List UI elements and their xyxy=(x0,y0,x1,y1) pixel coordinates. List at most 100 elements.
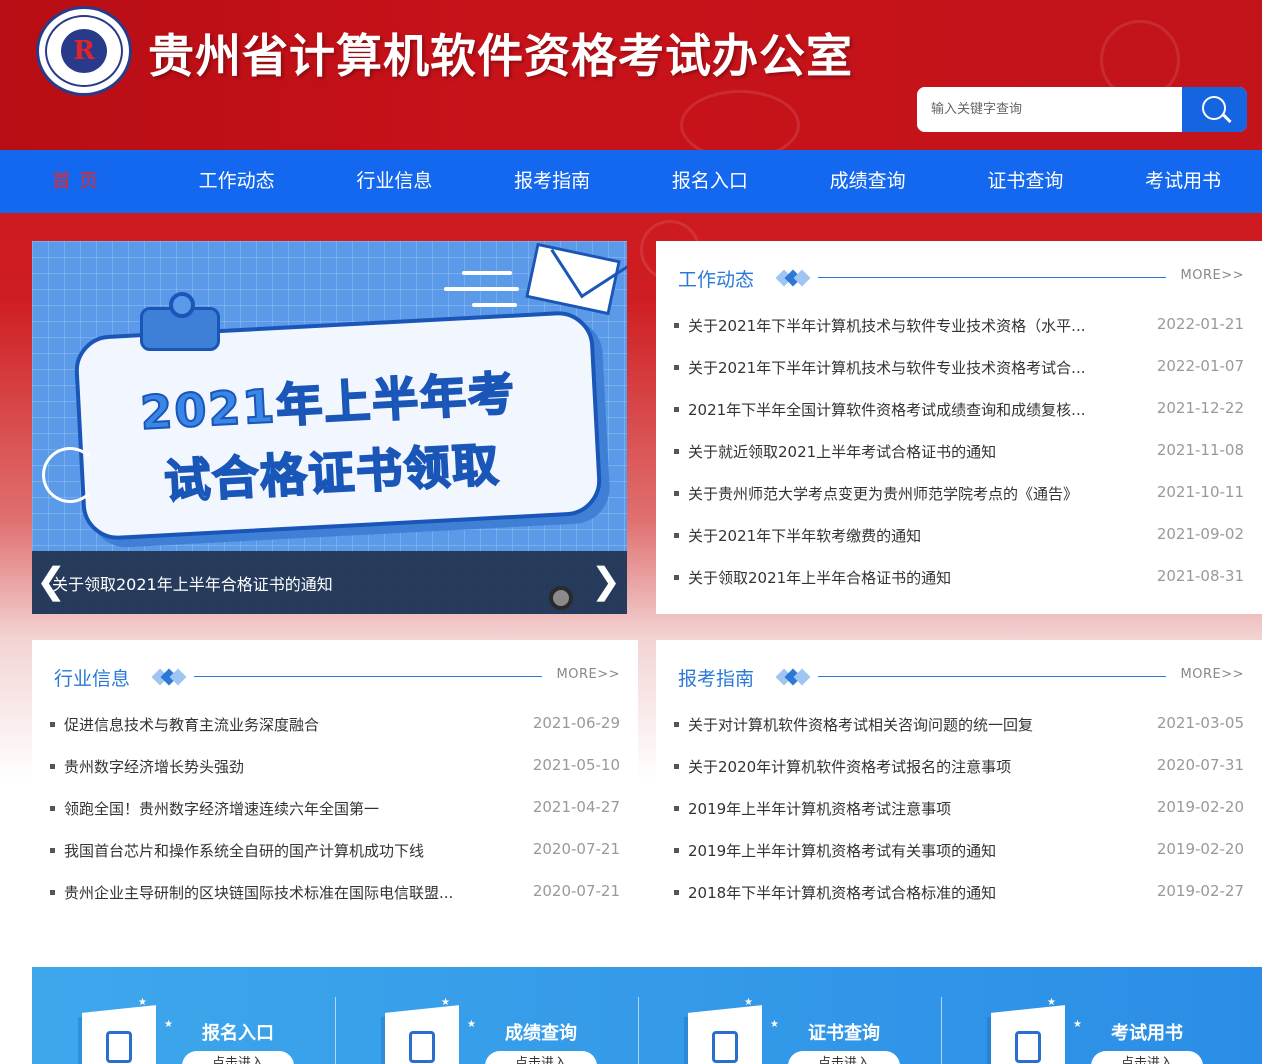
news-title[interactable]: 关于就近领取2021上半年考试合格证书的通知 xyxy=(688,441,1113,462)
news-date: 2019-02-20 xyxy=(1156,840,1244,858)
diamond-decoration-icon xyxy=(775,668,816,686)
site-logo[interactable]: R xyxy=(36,6,132,96)
enter-button[interactable]: 点击进入 xyxy=(788,1051,900,1064)
news-date: 2021-05-10 xyxy=(532,756,620,774)
quick-link-certificate-query[interactable]: ★ ★ ★ 证书查询 点击进入 xyxy=(638,967,941,1064)
nav-item-score-query[interactable]: 成绩查询 xyxy=(789,150,947,213)
enter-button[interactable]: 点击进入 xyxy=(485,1051,597,1064)
list-item[interactable]: 2019年上半年计算机资格考试有关事项的通知 2019-02-20 xyxy=(674,830,1244,872)
news-title[interactable]: 关于2021年下半年计算机技术与软件专业技术资格考试合... xyxy=(688,357,1113,378)
list-item[interactable]: 关于贵州师范大学考点变更为贵州师范学院考点的《通告》 2021-10-11 xyxy=(674,473,1244,515)
news-title[interactable]: 我国首台芯片和操作系统全自研的国产计算机成功下线 xyxy=(64,840,489,861)
divider xyxy=(194,676,542,677)
panel-title[interactable]: 行业信息 xyxy=(54,664,130,691)
news-title[interactable]: 关于领取2021年上半年合格证书的通知 xyxy=(688,567,1113,588)
nav-item-certificate-query[interactable]: 证书查询 xyxy=(947,150,1105,213)
panel-header: 报考指南 MORE>> xyxy=(678,662,1244,692)
news-title[interactable]: 2021年下半年全国计算软件资格考试成绩查询和成绩复核... xyxy=(688,399,1113,420)
nav-item-home[interactable]: 首页 xyxy=(0,150,158,213)
news-title[interactable]: 关于2021年下半年计算机技术与软件专业技术资格（水平... xyxy=(688,315,1113,336)
slider-caption-bar: ❮ 关于领取2021年上半年合格证书的通知 ❯ xyxy=(32,551,627,614)
star-icon: ★ xyxy=(1073,1019,1082,1030)
news-title[interactable]: 关于2020年计算机软件资格考试报名的注意事项 xyxy=(688,756,1113,777)
panel-header: 行业信息 MORE>> xyxy=(54,662,620,692)
list-item[interactable]: 关于2021年下半年计算机技术与软件专业技术资格（水平... 2022-01-21 xyxy=(674,305,1244,347)
logo-letter: R xyxy=(73,36,95,66)
news-date: 2020-07-21 xyxy=(532,882,620,900)
nav-item-exam-books[interactable]: 考试用书 xyxy=(1104,150,1262,213)
quick-link-score-query[interactable]: ★ ★ ★ 成绩查询 点击进入 xyxy=(335,967,638,1064)
clip-hole xyxy=(169,292,195,318)
pen-icon xyxy=(82,1005,156,1064)
list-item[interactable]: 2019年上半年计算机资格考试注意事项 2019-02-20 xyxy=(674,788,1244,830)
list-item[interactable]: 贵州企业主导研制的区块链国际技术标准在国际电信联盟... 2020-07-21 xyxy=(50,872,620,914)
news-date: 2019-02-27 xyxy=(1156,882,1244,900)
book-icon xyxy=(991,1005,1065,1064)
enter-button[interactable]: 点击进入 xyxy=(182,1051,294,1064)
news-title[interactable]: 2018年下半年计算机资格考试合格标准的通知 xyxy=(688,882,1113,903)
search-button[interactable] xyxy=(1182,87,1247,132)
panel-title[interactable]: 工作动态 xyxy=(678,265,754,292)
envelope-icon xyxy=(525,242,621,316)
decorative-swirl xyxy=(680,90,800,150)
site-title: 贵州省计算机软件资格考试办公室 xyxy=(148,29,853,83)
list-item[interactable]: 2018年下半年计算机资格考试合格标准的通知 2019-02-27 xyxy=(674,872,1244,914)
news-title[interactable]: 促进信息技术与教育主流业务深度融合 xyxy=(64,714,489,735)
news-date: 2022-01-21 xyxy=(1156,315,1244,333)
slider-next-button[interactable]: ❯ xyxy=(591,561,621,603)
news-title[interactable]: 贵州企业主导研制的区块链国际技术标准在国际电信联盟... xyxy=(64,882,489,903)
list-item[interactable]: 关于2021年下半年计算机技术与软件专业技术资格考试合... 2022-01-07 xyxy=(674,347,1244,389)
list-item[interactable]: 领跑全国！贵州数字经济增速连续六年全国第一 2021-04-27 xyxy=(50,788,620,830)
slider-dot[interactable] xyxy=(549,586,573,610)
list-item[interactable]: 关于2020年计算机软件资格考试报名的注意事项 2020-07-31 xyxy=(674,746,1244,788)
nav-item-registration[interactable]: 报名入口 xyxy=(631,150,789,213)
panel-header: 工作动态 MORE>> xyxy=(678,263,1244,293)
quick-link-label: 成绩查询 xyxy=(505,1023,577,1044)
divider xyxy=(818,676,1166,677)
nav-item-exam-guide[interactable]: 报考指南 xyxy=(473,150,631,213)
certificate-search-icon xyxy=(688,1005,762,1064)
slider-caption[interactable]: 关于领取2021年上半年合格证书的通知 xyxy=(52,571,333,595)
more-link[interactable]: MORE>> xyxy=(557,667,620,682)
panel-title[interactable]: 报考指南 xyxy=(678,664,754,691)
quick-link-registration[interactable]: ★ ★ ★ 报名入口 点击进入 xyxy=(32,967,335,1064)
news-date: 2021-10-11 xyxy=(1156,483,1244,501)
news-date: 2021-12-22 xyxy=(1156,399,1244,417)
search-input[interactable] xyxy=(917,87,1182,132)
list-item[interactable]: 关于对计算机软件资格考试相关咨询问题的统一回复 2021-03-05 xyxy=(674,704,1244,746)
news-title[interactable]: 关于对计算机软件资格考试相关咨询问题的统一回复 xyxy=(688,714,1113,735)
industry-news-panel: 行业信息 MORE>> 促进信息技术与教育主流业务深度融合 2021-06-29 … xyxy=(32,640,638,932)
more-link[interactable]: MORE>> xyxy=(1181,268,1244,283)
quick-link-exam-books[interactable]: ★ ★ ★ 考试用书 点击进入 xyxy=(941,967,1244,1064)
enter-button[interactable]: 点击进入 xyxy=(1091,1051,1203,1064)
news-title[interactable]: 领跑全国！贵州数字经济增速连续六年全国第一 xyxy=(64,798,489,819)
list-item[interactable]: 贵州数字经济增长势头强劲 2021-05-10 xyxy=(50,746,620,788)
news-title[interactable]: 2019年上半年计算机资格考试注意事项 xyxy=(688,798,1113,819)
list-item[interactable]: 关于领取2021年上半年合格证书的通知 2021-08-31 xyxy=(674,557,1244,599)
list-item[interactable]: 关于就近领取2021上半年考试合格证书的通知 2021-11-08 xyxy=(674,431,1244,473)
news-date: 2021-11-08 xyxy=(1156,441,1244,459)
news-date: 2022-01-07 xyxy=(1156,357,1244,375)
news-title[interactable]: 贵州数字经济增长势头强劲 xyxy=(64,756,489,777)
list-item[interactable]: 关于2021年下半年软考缴费的通知 2021-09-02 xyxy=(674,515,1244,557)
news-title[interactable]: 关于贵州师范大学考点变更为贵州师范学院考点的《通告》 xyxy=(688,483,1113,504)
news-date: 2021-06-29 xyxy=(532,714,620,732)
more-link[interactable]: MORE>> xyxy=(1181,667,1244,682)
quick-link-label: 报名入口 xyxy=(202,1023,274,1044)
decorative-speed-line xyxy=(472,303,517,307)
nav-item-work-news[interactable]: 工作动态 xyxy=(158,150,316,213)
news-date: 2020-07-31 xyxy=(1156,756,1244,774)
list-item[interactable]: 2021年下半年全国计算软件资格考试成绩查询和成绩复核... 2021-12-22 xyxy=(674,389,1244,431)
news-date: 2021-09-02 xyxy=(1156,525,1244,543)
star-icon: ★ xyxy=(467,1019,476,1030)
list-item[interactable]: 促进信息技术与教育主流业务深度融合 2021-06-29 xyxy=(50,704,620,746)
nav-item-industry-info[interactable]: 行业信息 xyxy=(316,150,474,213)
list-item[interactable]: 我国首台芯片和操作系统全自研的国产计算机成功下线 2020-07-21 xyxy=(50,830,620,872)
news-title[interactable]: 关于2021年下半年软考缴费的通知 xyxy=(688,525,1113,546)
quick-link-label: 证书查询 xyxy=(808,1023,880,1044)
exam-guide-panel: 报考指南 MORE>> 关于对计算机软件资格考试相关咨询问题的统一回复 2021-… xyxy=(656,640,1262,932)
decorative-speed-line xyxy=(462,271,512,275)
news-title[interactable]: 2019年上半年计算机资格考试有关事项的通知 xyxy=(688,840,1113,861)
news-slider[interactable]: 2021年上半年考 试合格证书领取 ❮ 关于领取2021年上半年合格证书的通知 … xyxy=(32,241,627,614)
document-search-icon xyxy=(385,1005,459,1064)
